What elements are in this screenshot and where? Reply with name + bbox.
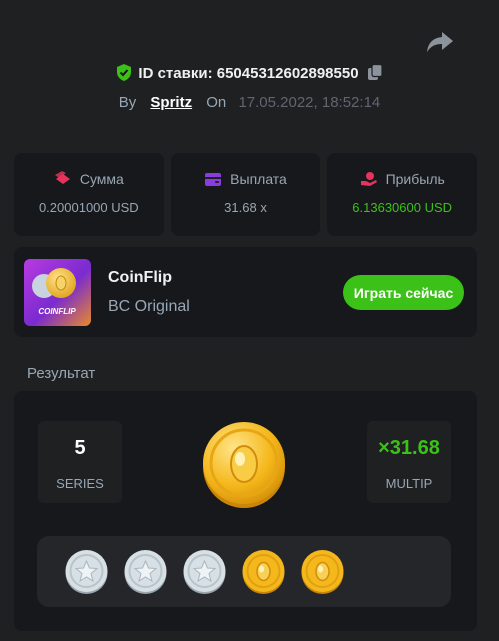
username-link[interactable]: Spritz (150, 94, 192, 111)
series-value: 5 (74, 437, 86, 459)
shield-icon (117, 64, 132, 81)
stat-payout: Выплата 31.68 x (170, 153, 321, 236)
stat-amount-label: Сумма (79, 171, 124, 187)
game-thumbnail[interactable]: COINFLIP (24, 259, 91, 326)
bet-id: ID ставки: 65045312602898550 (138, 65, 359, 82)
gold-coin-icon (301, 550, 344, 594)
silver-coin-icon (65, 550, 108, 594)
hand-coin-icon (360, 172, 377, 186)
gold-coin-icon (242, 550, 285, 594)
bet-stats: Сумма 0.20001000 USD Выплата 31.68 x При… (14, 153, 478, 236)
stat-payout-value: 31.68 x (224, 200, 267, 215)
series-box: 5 SERIES (38, 421, 122, 503)
on-label: On (206, 94, 227, 111)
result-panel: 5 SERIES ×31.68 MULTIP (14, 391, 477, 631)
gold-coin-icon (203, 422, 285, 508)
bet-datetime: 17.05.2022, 18:52:14 (238, 94, 381, 111)
wallet-icon (205, 172, 222, 186)
multiplier-value: ×31.68 (378, 437, 440, 459)
stack-icon (54, 171, 70, 184)
silver-coin-icon (124, 550, 167, 594)
share-icon[interactable] (426, 30, 454, 54)
stat-amount-value: 0.20001000 USD (38, 200, 139, 215)
stat-profit: Прибыль 6.13630600 USD (327, 153, 478, 236)
stat-amount: Сумма 0.20001000 USD (14, 153, 164, 236)
multiplier-box: ×31.68 MULTIP (367, 421, 451, 503)
game-name[interactable]: CoinFlip (108, 269, 172, 287)
copy-icon[interactable] (367, 64, 383, 81)
svg-text:COINFLIP: COINFLIP (38, 307, 76, 316)
bet-id-line: ID ставки: 65045312602898550 (0, 64, 499, 82)
coin-series-row (37, 536, 451, 607)
result-heading: Результат (27, 365, 96, 382)
byline: By Spritz On 17.05.2022, 18:52:14 (0, 94, 499, 111)
stat-payout-label: Выплата (230, 171, 287, 187)
silver-coin-icon (183, 550, 226, 594)
game-card: COINFLIP CoinFlip BC Original Играть сей… (14, 247, 477, 337)
multiplier-label: MULTIP (385, 476, 433, 491)
series-label: SERIES (56, 476, 104, 491)
coinflip-thumbnail-icon: COINFLIP (24, 259, 91, 326)
game-provider: BC Original (108, 298, 190, 315)
stat-profit-label: Прибыль (385, 171, 445, 187)
stat-profit-value: 6.13630600 USD (352, 200, 453, 215)
by-label: By (118, 94, 137, 111)
play-now-button[interactable]: Играть сейчас (343, 275, 464, 310)
